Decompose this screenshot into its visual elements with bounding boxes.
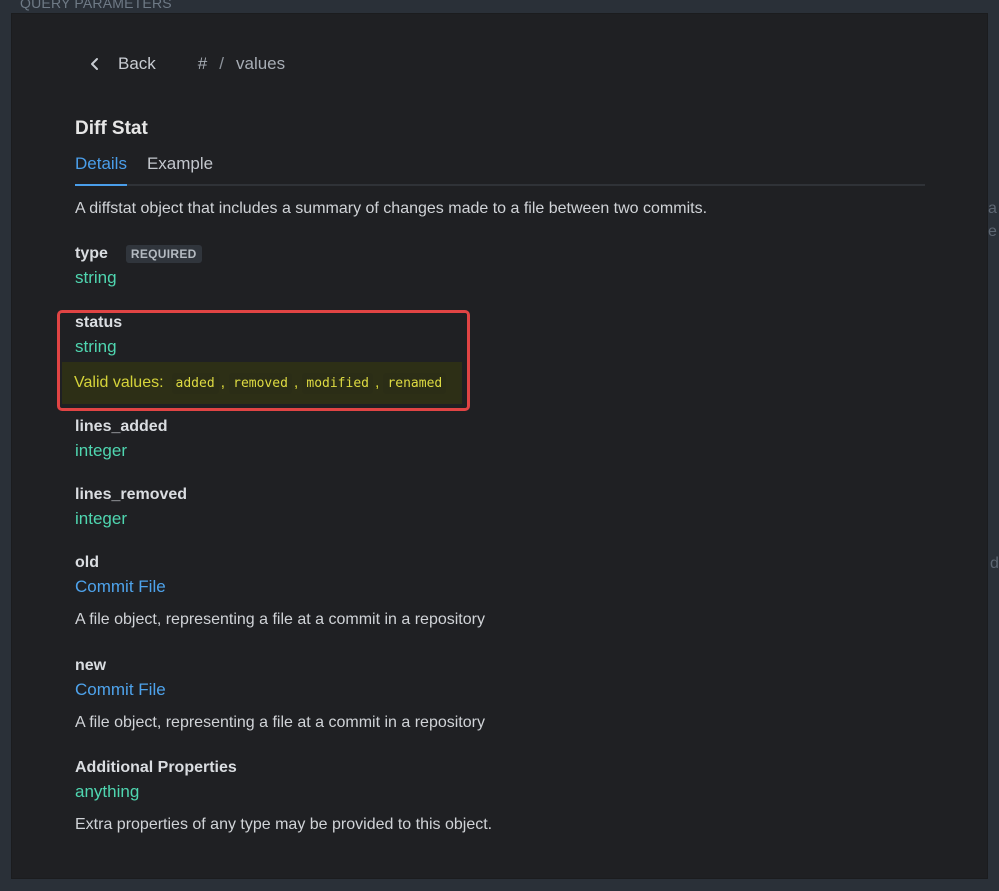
property-name-text: status <box>75 314 123 331</box>
breadcrumb-separator: / <box>219 54 224 73</box>
query-parameters-header: QUERY PARAMETERS <box>20 0 172 11</box>
valid-values-label: Valid values: <box>74 374 164 391</box>
schema-content: Diff Stat Details Example A diffstat obj… <box>75 118 925 218</box>
valid-value-renamed: renamed <box>383 372 447 394</box>
property-type: type REQUIRED string <box>75 245 202 288</box>
property-name: new <box>75 657 485 675</box>
property-new: new Commit File A file object, represent… <box>75 657 485 732</box>
commit-file-link[interactable]: Commit File <box>75 577 485 597</box>
tab-details[interactable]: Details <box>75 154 127 186</box>
background-edge-text: d <box>990 555 999 572</box>
breadcrumb-current: values <box>236 54 286 73</box>
schema-title: Diff Stat <box>75 118 148 139</box>
property-type-value: anything <box>75 782 140 801</box>
property-name: type REQUIRED <box>75 245 202 263</box>
property-name: old <box>75 554 485 572</box>
valid-value-added: added <box>171 372 219 394</box>
chevron-left-icon <box>91 58 98 70</box>
property-lines-added: lines_added integer <box>75 418 167 461</box>
property-name-text: lines_removed <box>75 486 188 503</box>
panel-topbar: Back # / values <box>88 54 285 74</box>
property-type-value: integer <box>75 509 127 528</box>
property-lines-removed: lines_removed integer <box>75 486 187 529</box>
property-name: Additional Properties <box>75 759 492 777</box>
breadcrumb-root[interactable]: # <box>198 54 207 74</box>
back-button[interactable]: Back <box>88 54 156 74</box>
property-name-text: new <box>75 657 107 674</box>
tab-example[interactable]: Example <box>147 154 213 184</box>
property-additional: Additional Properties anything Extra pro… <box>75 759 492 834</box>
property-type-value: string <box>75 268 117 287</box>
property-description: Extra properties of any type may be prov… <box>75 816 493 833</box>
property-name: status <box>75 314 122 332</box>
property-type-value: integer <box>75 441 127 460</box>
background-edge-text: e <box>988 223 997 240</box>
property-name-text: type <box>75 245 108 262</box>
property-description: A file object, representing a file at a … <box>75 714 485 731</box>
valid-value-removed: removed <box>229 372 292 394</box>
property-name-text: old <box>75 554 99 571</box>
property-name: lines_removed <box>75 486 187 504</box>
commit-file-link[interactable]: Commit File <box>75 680 485 700</box>
property-description: A file object, representing a file at a … <box>75 611 485 628</box>
breadcrumb: # / values <box>198 54 285 74</box>
background-edge-text: a <box>988 200 997 217</box>
required-badge: REQUIRED <box>125 245 202 263</box>
property-status: status string <box>75 314 122 357</box>
valid-value-modified: modified <box>302 372 373 394</box>
schema-description: A diffstat object that includes a summar… <box>75 200 708 217</box>
property-type-value: string <box>75 337 117 356</box>
property-name-text: Additional Properties <box>75 759 237 776</box>
valid-values-row: Valid values: added, removed, modified, … <box>62 362 462 404</box>
property-name: lines_added <box>75 418 167 436</box>
property-name-text: lines_added <box>75 418 168 435</box>
property-old: old Commit File A file object, represent… <box>75 554 485 629</box>
back-label: Back <box>118 54 156 73</box>
schema-tabs: Details Example <box>75 154 925 186</box>
